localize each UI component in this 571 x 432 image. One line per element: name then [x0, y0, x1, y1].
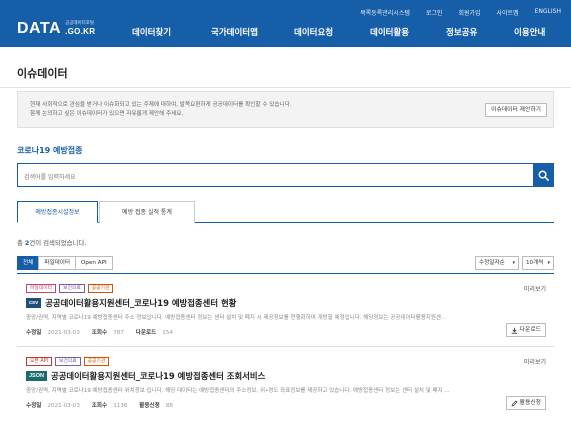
sort-order-select[interactable]: 수정일자순 ▾ [475, 256, 519, 270]
badge-public-agency: 공공기관 [87, 284, 114, 293]
nav-item-guide[interactable]: 이용안내 [514, 26, 545, 38]
apply-use-button[interactable]: 활용신청 [505, 396, 546, 410]
util-link-sitemap[interactable]: 사이트맵 [497, 8, 519, 17]
notice-box: 현재 사회적으로 관심을 받거나 이슈화되고 있는 주제에 대하여, 발목요편하… [17, 91, 554, 128]
search-box [17, 163, 533, 189]
nav-item-data-map[interactable]: 국가데이터맵 [211, 26, 258, 38]
utility-nav: 목록등록관리시스템 로그인 회원가입 사이트맵 ENGLISH [360, 8, 561, 17]
application-count: 88 [165, 403, 173, 409]
format-badge-json: JSON [26, 371, 47, 381]
download-button[interactable]: 다운로드 [505, 323, 546, 337]
util-link-login[interactable]: 로그인 [426, 8, 443, 17]
edit-icon [511, 400, 518, 406]
modified-date: 2021-03-03 [47, 403, 80, 409]
chevron-down-icon: ▾ [547, 260, 550, 266]
suggest-issue-data-button[interactable]: 이슈데이터 제안하기 [485, 103, 547, 117]
logo-main: DATA [17, 20, 62, 37]
list-item: 오픈 API 보건의료 공공기관 미리보기 JSON 공공데이터활용지원센터_코… [17, 347, 554, 417]
format-badge-csv: csv [26, 298, 42, 308]
filter-file-data[interactable]: 파일데이터 [38, 256, 77, 270]
item-title-link[interactable]: 공공데이터활용지원센터_코로나19 예방접종센터 조회서비스 [51, 370, 265, 382]
item-badges: 파일데이터 보건의료 공공기관 [26, 284, 114, 293]
util-link-signup[interactable]: 회원가입 [458, 8, 480, 17]
nav-item-find-data[interactable]: 데이터찾기 [132, 26, 171, 38]
view-count: 1136 [113, 403, 128, 409]
list-item: 파일데이터 보건의료 공공기관 미리보기 csv 공공데이터활용지원센터_코로나… [17, 274, 554, 344]
title-divider [0, 87, 571, 88]
search-input[interactable] [18, 166, 533, 189]
badge-open-api: 오픈 API [26, 357, 52, 366]
util-link-registry[interactable]: 목록등록관리시스템 [360, 8, 410, 17]
notice-line-1: 현재 사회적으로 관심을 받거나 이슈화되고 있는 주제에 대하여, 발목요편하… [30, 102, 292, 108]
notice-text: 현재 사회적으로 관심을 받거나 이슈화되고 있는 주제에 대하여, 발목요편하… [30, 101, 292, 119]
filter-open-api[interactable]: Open API [75, 256, 113, 270]
search-topic-title: 코로나19 예방접종 [17, 146, 83, 155]
badge-medical: 보건의료 [54, 357, 81, 366]
view-count: 787 [113, 330, 124, 336]
badge-file-data: 파일데이터 [26, 284, 57, 293]
item-meta: 수정일 2021-03-03 조회수 1136 활용신청 88 [26, 403, 173, 409]
download-count: 154 [162, 330, 173, 336]
badge-public-agency: 공공기관 [83, 357, 110, 366]
tab-vaccination-facilities[interactable]: 예방접종시설정보 [17, 201, 98, 223]
tab-vaccination-statistics[interactable]: 예방 접종 실적 통계 [99, 201, 195, 223]
filter-all[interactable]: 전체 [17, 256, 40, 270]
nav-item-info-share[interactable]: 정보공유 [446, 26, 477, 38]
site-header: 목록등록관리시스템 로그인 회원가입 사이트맵 ENGLISH DATA 공공데… [0, 0, 571, 47]
item-title-row: csv 공공데이터활용지원센터_코로나19 예방접종센터 현황 [26, 297, 236, 309]
download-icon [511, 327, 517, 334]
result-count: 총 2건이 검색되었습니다. [17, 239, 87, 247]
preview-link[interactable]: 미리보기 [524, 284, 546, 293]
badge-medical: 보건의료 [59, 284, 85, 293]
nav-item-data-use[interactable]: 데이터활용 [370, 26, 409, 38]
type-filter-group: 전체 파일데이터 Open API [17, 256, 113, 270]
site-logo[interactable]: DATA 공공데이터포털 .GO.KR [17, 21, 95, 37]
search-icon [538, 170, 549, 181]
notice-line-2: 함께 논의하고 싶은 이슈데이터가 있으면 자유롭게 제안해 주세요. [30, 111, 184, 117]
item-badges: 오픈 API 보건의료 공공기관 [26, 357, 110, 366]
search-button[interactable] [533, 163, 554, 187]
item-meta: 수정일 2021-03-03 조회수 787 다운로드 154 [26, 330, 173, 336]
page-title: 이슈데이터 [17, 67, 68, 80]
item-description: 중앙/권역, 지역별 코로나19 예방접종센터 주소 정보입니다. 예방접종센터… [26, 315, 447, 321]
preview-link[interactable]: 미리보기 [524, 357, 546, 366]
logo-sub: 공공데이터포털 .GO.KR [65, 21, 95, 36]
item-title-row: JSON 공공데이터활용지원센터_코로나19 예방접종센터 조회서비스 [26, 370, 265, 382]
page-size-select[interactable]: 10개씩 ▾ [522, 256, 554, 270]
modified-date: 2021-03-03 [47, 330, 80, 336]
nav-item-data-request[interactable]: 데이터요청 [294, 26, 333, 38]
chevron-down-icon: ▾ [512, 260, 515, 266]
logo-small-text: 공공데이터포털 [65, 21, 95, 26]
item-description: 중앙/권역, 지역별 코로나19 예방접종센터 위치정보 입니다. 해당 데이터… [26, 388, 450, 394]
logo-domain: .GO.KR [65, 26, 96, 36]
item-title-link[interactable]: 공공데이터활용지원센터_코로나19 예방접종센터 현황 [45, 297, 236, 309]
util-link-english[interactable]: ENGLISH [535, 8, 561, 17]
tab-bar: 예방접종시설정보 예방 접종 실적 통계 [17, 201, 554, 223]
